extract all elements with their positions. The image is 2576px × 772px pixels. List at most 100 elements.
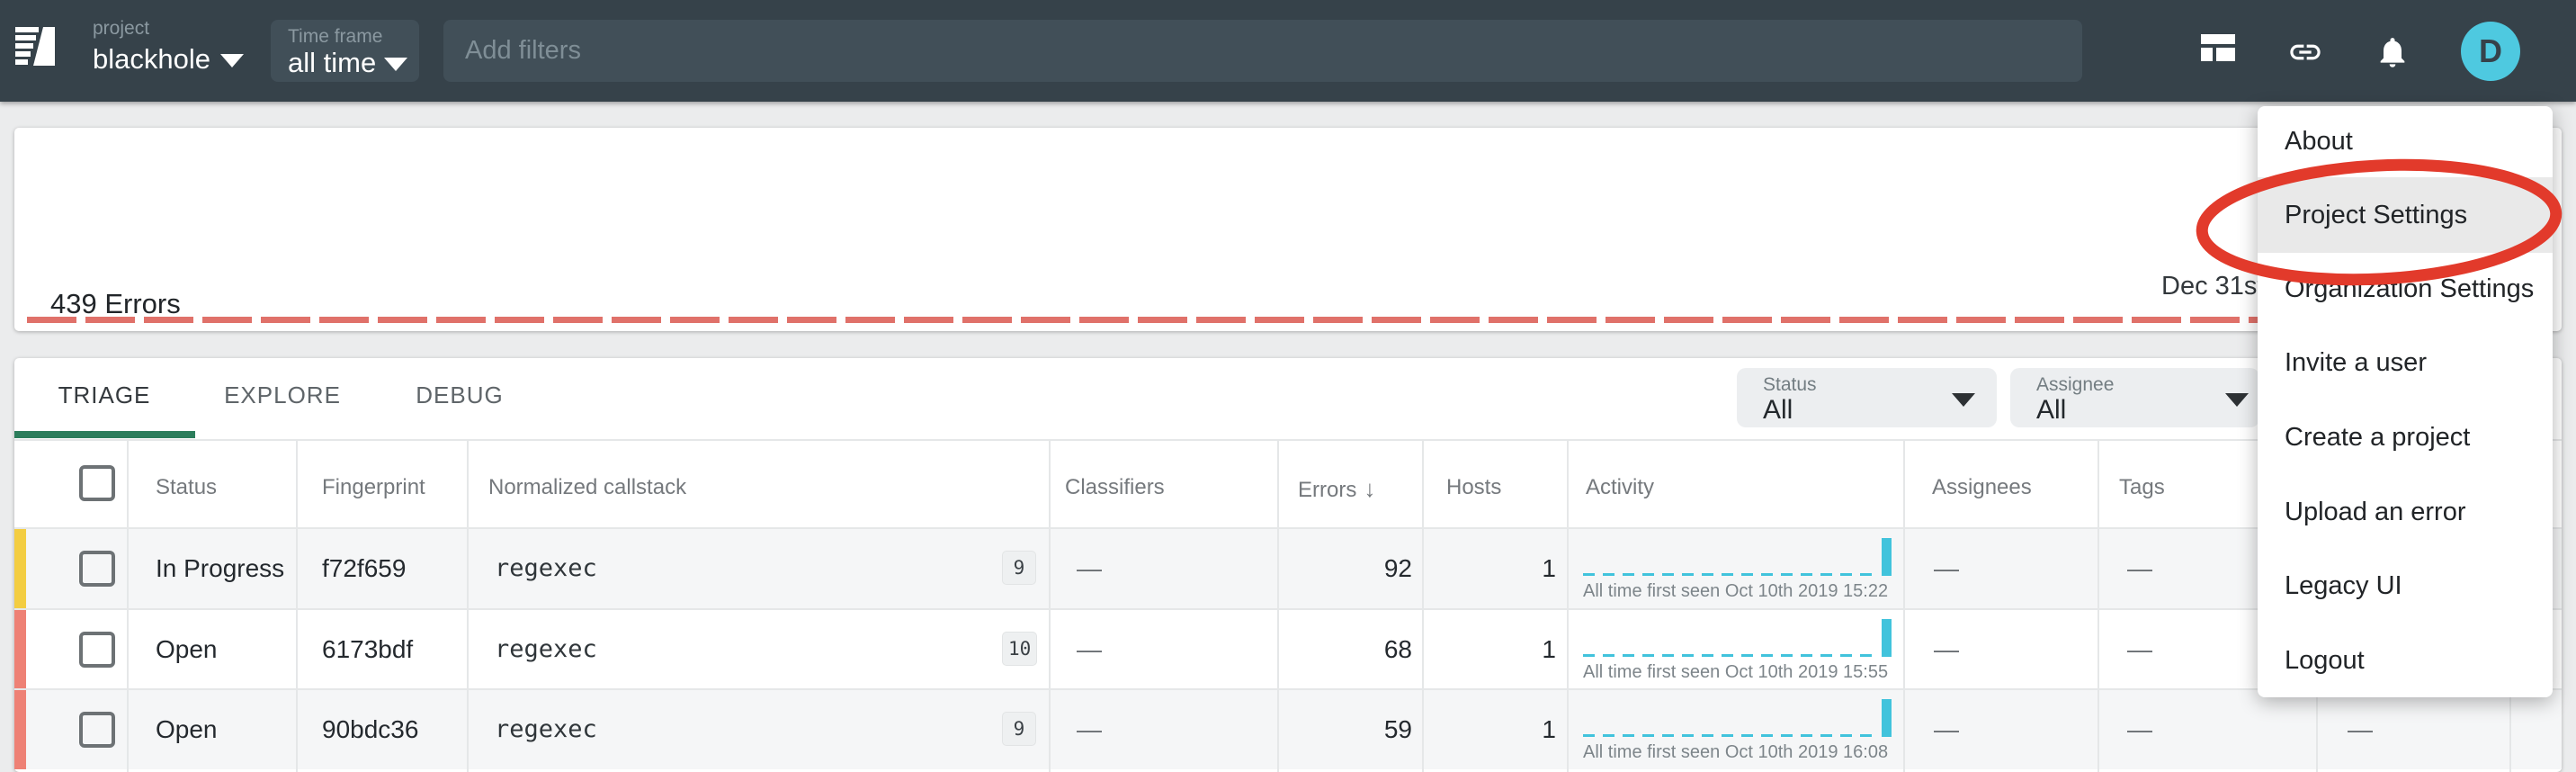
status-filter-dropdown[interactable]: Status All bbox=[1737, 368, 1997, 427]
column-divider bbox=[2097, 441, 2099, 772]
activity-sparkline-baseline bbox=[1583, 654, 1880, 657]
column-divider bbox=[467, 441, 469, 772]
timeframe-selector[interactable]: Time frame all time bbox=[271, 20, 419, 82]
column-divider bbox=[1903, 441, 1905, 772]
select-all-checkbox[interactable] bbox=[79, 465, 115, 501]
row-checkbox[interactable] bbox=[79, 551, 115, 587]
severity-bar bbox=[14, 610, 26, 690]
col-header-fingerprint[interactable]: Fingerprint bbox=[322, 475, 425, 500]
assignee-filter-value: All bbox=[2036, 395, 2066, 426]
frame-count-badge: 9 bbox=[1002, 712, 1036, 746]
errors-table: Status Fingerprint Normalized callstack … bbox=[14, 439, 2562, 772]
menu-item-invite-a-user[interactable]: Invite a user bbox=[2258, 336, 2553, 390]
top-bar: project blackhole Time frame all time D bbox=[0, 0, 2576, 102]
callstack-cell: regexec bbox=[495, 554, 597, 582]
status-cell: In Progress bbox=[156, 554, 284, 583]
notifications-bell-icon[interactable] bbox=[2375, 34, 2411, 70]
severity-bar bbox=[14, 690, 26, 769]
menu-item-upload-an-error[interactable]: Upload an error bbox=[2258, 485, 2553, 539]
fingerprint-cell: 90bdc36 bbox=[322, 715, 418, 744]
status-cell: Open bbox=[156, 635, 218, 664]
chevron-down-icon bbox=[1952, 393, 1975, 407]
errors-cell: 92 bbox=[1268, 554, 1412, 583]
col-header-hosts[interactable]: Hosts bbox=[1446, 475, 1501, 500]
table-row[interactable]: Open 90bdc36 regexec 9 — 59 1 All time f… bbox=[14, 690, 2562, 769]
avatar-letter: D bbox=[2479, 32, 2502, 70]
classifiers-cell: — bbox=[1077, 554, 1102, 583]
tab-explore[interactable]: EXPLORE bbox=[224, 382, 341, 409]
menu-item-create-a-project[interactable]: Create a project bbox=[2258, 410, 2553, 464]
menu-item-organization-settings[interactable]: Organization Settings bbox=[2258, 262, 2553, 316]
table-row[interactable]: In Progress f72f659 regexec 9 — 92 1 All… bbox=[14, 529, 2562, 608]
chart-date-label: Dec 31st bbox=[2161, 272, 2264, 301]
dashboard-icon[interactable] bbox=[2201, 34, 2235, 61]
hosts-cell: 1 bbox=[1412, 635, 1556, 664]
project-label: project bbox=[93, 18, 264, 40]
hosts-cell: 1 bbox=[1412, 715, 1556, 744]
add-filters-input[interactable] bbox=[443, 20, 2082, 82]
sort-desc-arrow-icon: ↓ bbox=[1356, 475, 1375, 502]
fingerprint-cell: f72f659 bbox=[322, 554, 406, 583]
menu-item-legacy-ui[interactable]: Legacy UI bbox=[2258, 559, 2553, 613]
status-filter-label: Status bbox=[1763, 374, 1817, 396]
tab-debug[interactable]: DEBUG bbox=[416, 382, 503, 409]
assignees-cell: — bbox=[1934, 554, 1959, 583]
col-header-callstack[interactable]: Normalized callstack bbox=[488, 475, 686, 500]
column-divider bbox=[1567, 441, 1569, 772]
activity-sparkline-bar bbox=[1882, 699, 1892, 737]
table-row[interactable]: Open 6173bdf regexec 10 — 68 1 All time … bbox=[14, 610, 2562, 690]
col-header-classifiers[interactable]: Classifiers bbox=[1065, 475, 1165, 500]
activity-sparkline-baseline bbox=[1583, 734, 1880, 737]
col-header-tags[interactable]: Tags bbox=[2119, 475, 2165, 500]
menu-item-about[interactable]: About bbox=[2258, 114, 2553, 168]
app-logo-icon[interactable] bbox=[15, 27, 55, 66]
extra-cell: — bbox=[2348, 715, 2373, 744]
column-divider bbox=[296, 441, 298, 772]
column-divider bbox=[1422, 441, 1424, 772]
row-checkbox[interactable] bbox=[79, 712, 115, 748]
tags-cell: — bbox=[2127, 554, 2152, 583]
chevron-down-icon bbox=[220, 54, 244, 67]
col-header-status[interactable]: Status bbox=[156, 475, 217, 500]
severity-bar bbox=[14, 529, 26, 608]
menu-item-project-settings[interactable]: Project Settings bbox=[2258, 188, 2553, 242]
activity-caption: All time first seen Oct 10th 2019 16:08 bbox=[1583, 742, 1888, 763]
frame-count-badge: 10 bbox=[1002, 632, 1037, 666]
errors-chart-card: 439 Errors Dec 31st bbox=[14, 128, 2562, 331]
user-avatar[interactable]: D bbox=[2461, 22, 2520, 81]
hosts-cell: 1 bbox=[1412, 554, 1556, 583]
column-divider bbox=[127, 441, 129, 772]
callstack-cell: regexec bbox=[495, 715, 597, 743]
link-icon[interactable] bbox=[2287, 34, 2323, 70]
assignee-filter-label: Assignee bbox=[2036, 374, 2114, 396]
timeframe-value: all time bbox=[288, 47, 376, 79]
active-tab-underline bbox=[14, 431, 195, 438]
activity-sparkline-bar bbox=[1882, 538, 1892, 576]
classifiers-cell: — bbox=[1077, 635, 1102, 664]
status-cell: Open bbox=[156, 715, 218, 744]
timeframe-label: Time frame bbox=[288, 26, 382, 48]
table-header-row: Status Fingerprint Normalized callstack … bbox=[14, 441, 2562, 527]
user-dropdown-menu: About Project Settings Organization Sett… bbox=[2258, 106, 2553, 697]
col-header-assignees[interactable]: Assignees bbox=[1932, 475, 2032, 500]
col-header-activity[interactable]: Activity bbox=[1586, 475, 1654, 500]
column-divider bbox=[1049, 441, 1051, 772]
chevron-down-icon bbox=[2225, 393, 2249, 407]
tags-cell: — bbox=[2127, 635, 2152, 664]
assignees-cell: — bbox=[1934, 635, 1959, 664]
chart-zero-baseline bbox=[27, 317, 2549, 323]
errors-cell: 59 bbox=[1268, 715, 1412, 744]
row-checkbox[interactable] bbox=[79, 632, 115, 668]
assignee-filter-dropdown[interactable]: Assignee All bbox=[2010, 368, 2259, 427]
classifiers-cell: — bbox=[1077, 715, 1102, 744]
tab-triage[interactable]: TRIAGE bbox=[58, 382, 151, 409]
menu-item-logout[interactable]: Logout bbox=[2258, 633, 2553, 687]
project-selector[interactable]: project blackhole bbox=[93, 18, 264, 85]
assignees-cell: — bbox=[1934, 715, 1959, 744]
activity-sparkline-baseline bbox=[1583, 573, 1880, 576]
col-header-errors[interactable]: Errors↓ bbox=[1298, 475, 1375, 503]
status-filter-value: All bbox=[1763, 395, 1793, 426]
triage-table-card: TRIAGE EXPLORE DEBUG Status All Assignee… bbox=[14, 358, 2562, 772]
activity-caption: All time first seen Oct 10th 2019 15:22 bbox=[1583, 581, 1888, 602]
errors-count: 439 Errors bbox=[50, 288, 181, 320]
